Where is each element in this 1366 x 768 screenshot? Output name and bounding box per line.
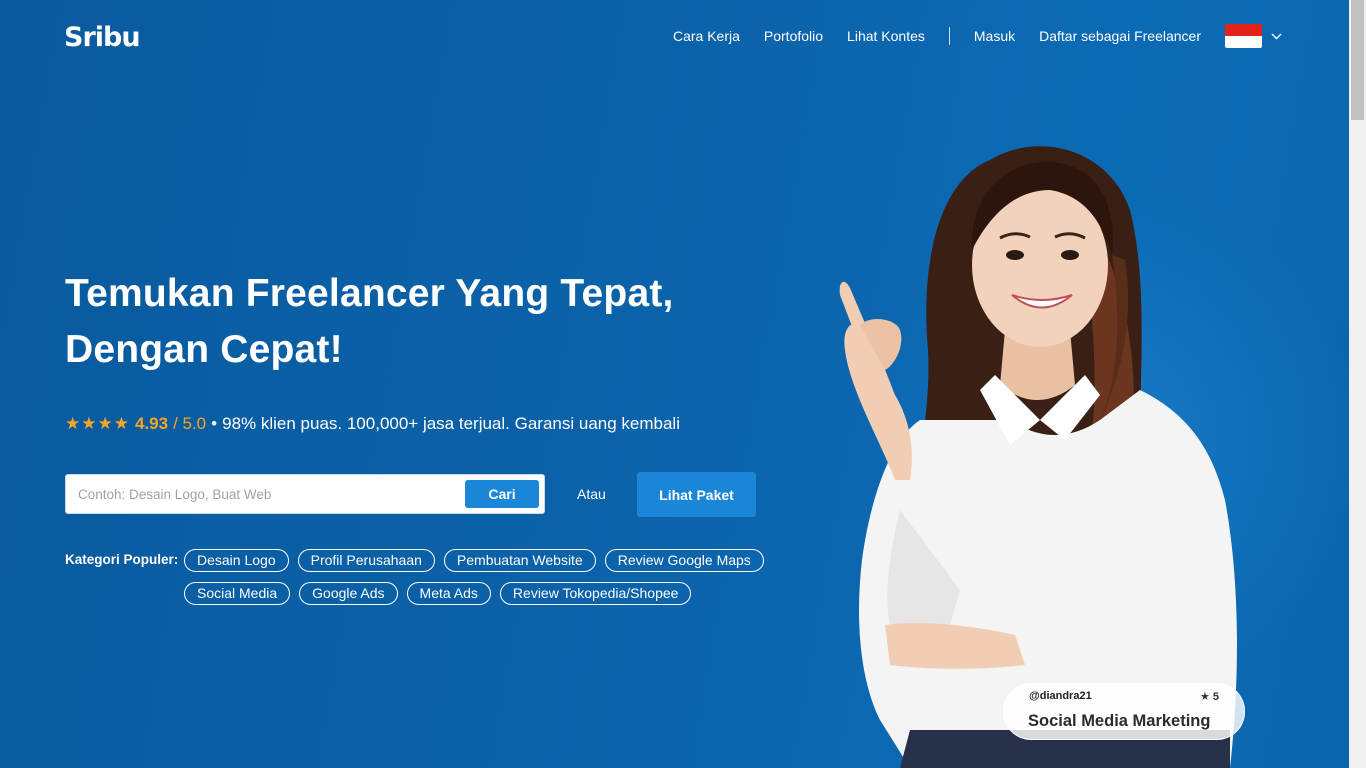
category-chip-review-tokopedia-shopee[interactable]: Review Tokopedia/Shopee [499,582,692,605]
rating-score: 4.93 [134,414,169,433]
rating-tagline: 98% klien puas. 100,000+ jasa terjual. G… [222,414,680,433]
category-chip-google-ads[interactable]: Google Ads [299,582,398,605]
card-username: @diandra21 [1029,690,1092,702]
login-link[interactable]: Masuk [974,28,1015,44]
bullet-separator: • [211,414,218,433]
nav-cara-kerja[interactable]: Cara Kerja [673,28,740,44]
search-input[interactable] [67,476,457,512]
search-button[interactable]: Cari [465,480,539,508]
hero-headline: Temukan Freelancer Yang Tepat, Dengan Ce… [65,266,765,378]
rating-stars-icon: ★★★★ [65,414,130,433]
rating-max: / 5.0 [173,414,207,433]
register-freelancer-link[interactable]: Daftar sebagai Freelancer [1039,28,1201,44]
view-packages-button[interactable]: Lihat Paket [637,472,756,517]
nav-portofolio[interactable]: Portofolio [764,28,823,44]
search-bar: Cari [65,474,545,514]
category-chip-desain-logo[interactable]: Desain Logo [184,549,289,572]
nav-divider [948,27,950,45]
category-chip-review-google-maps[interactable]: Review Google Maps [604,549,764,572]
category-chip-pembuatan-website[interactable]: Pembuatan Website [443,549,596,572]
page-scrollbar[interactable] [1349,0,1366,768]
category-chip-profil-perusahaan[interactable]: Profil Perusahaan [297,549,435,572]
sribu-logo-icon: Sribu [64,22,141,51]
freelancer-photo [839,146,1237,768]
indonesia-flag-icon[interactable] [1225,24,1262,48]
freelancer-card[interactable]: @diandra21 ★ 5 Social Media Marketing [1003,683,1245,740]
card-service: Social Media Marketing [1028,712,1211,730]
headline-line-2: Dengan Cepat! [65,328,343,371]
rating-summary: ★★★★ 4.93 / 5.0 • 98% klien puas. 100,00… [65,413,680,435]
scrollbar-thumb[interactable] [1351,0,1364,120]
svg-text:Sribu: Sribu [64,22,140,51]
category-chip-meta-ads[interactable]: Meta Ads [406,582,491,605]
top-nav: Cara Kerja Portofolio Lihat Kontes Masuk… [673,24,1282,48]
popular-categories-label: Kategori Populer: [65,552,179,567]
chevron-down-icon[interactable] [1270,30,1282,42]
nav-lihat-kontes[interactable]: Lihat Kontes [847,28,925,44]
hero-section: Sribu Cara Kerja Portofolio Lihat Kontes… [0,0,1349,768]
popular-categories: Desain Logo Profil Perusahaan Pembuatan … [184,549,784,605]
sribu-logo[interactable]: Sribu [64,20,146,52]
category-chip-social-media[interactable]: Social Media [184,582,291,605]
headline-line-1: Temukan Freelancer Yang Tepat, [65,272,674,315]
card-rating: ★ 5 [1199,691,1219,703]
or-text: Atau [577,486,606,502]
